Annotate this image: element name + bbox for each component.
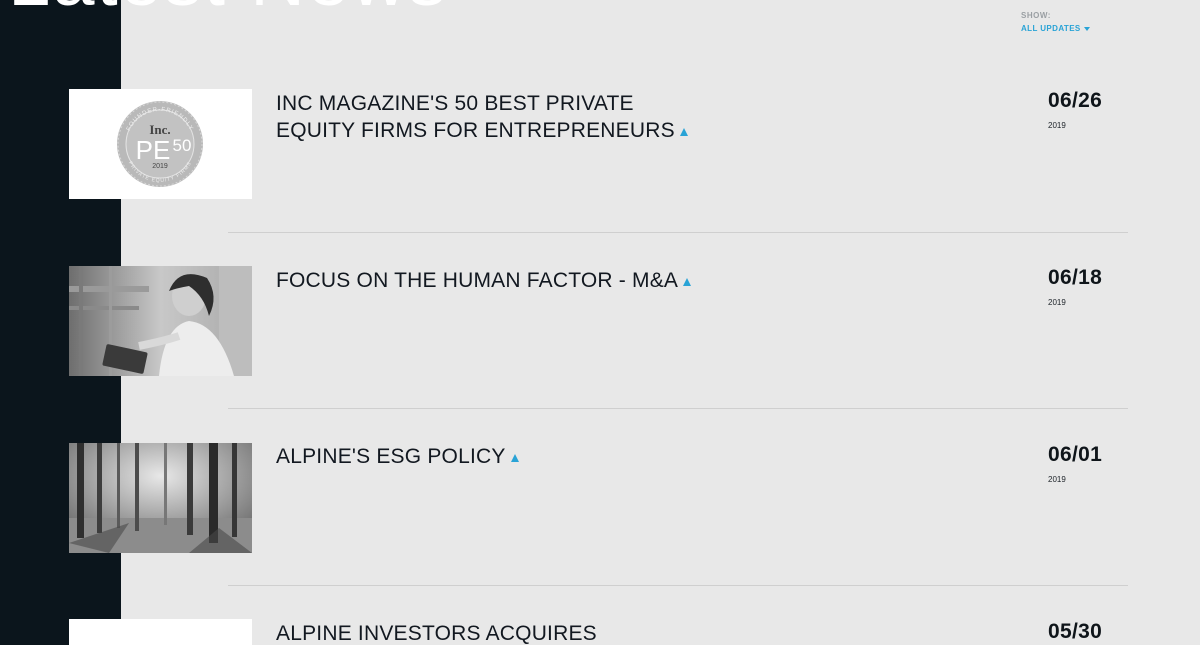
- article-title-link[interactable]: ALPINE'S ESG POLICY: [276, 443, 716, 470]
- article-date: 06/18: [1048, 266, 1103, 289]
- article-date: 05/30: [1048, 620, 1103, 643]
- article-title-link[interactable]: INC MAGAZINE'S 50 BEST PRIVATE EQUITY FI…: [276, 90, 716, 144]
- divider: [228, 232, 1128, 233]
- page-heading: Latest News: [8, 0, 448, 18]
- article-thumbnail[interactable]: [69, 443, 252, 553]
- article-thumbnail[interactable]: [69, 619, 252, 645]
- article-title: ALPINE'S ESG POLICY: [276, 445, 506, 468]
- article-title-link[interactable]: FOCUS ON THE HUMAN FACTOR - M&A: [276, 267, 716, 294]
- news-page: Latest News SHOW: ALL UPDATES FOUNDER-FR…: [0, 0, 1200, 645]
- filter-dropdown[interactable]: ALL UPDATES: [1021, 24, 1090, 33]
- article-thumbnail[interactable]: [69, 266, 252, 376]
- article-year: 2019: [1048, 475, 1066, 484]
- arrow-up-icon: [679, 128, 688, 136]
- news-filter: SHOW: ALL UPDATES: [1021, 11, 1090, 33]
- article-title: ALPINE INVESTORS ACQUIRES: [276, 622, 597, 645]
- badge-number: 50: [173, 136, 192, 155]
- article-year: 2019: [1048, 121, 1066, 130]
- article-date: 06/26: [1048, 89, 1103, 112]
- woman-with-tablet-photo-icon: [69, 266, 252, 376]
- article-thumbnail[interactable]: FOUNDER-FRIENDLY PRIVATE EQUITY FIRMS In…: [69, 89, 252, 199]
- filter-selected-value: ALL UPDATES: [1021, 24, 1081, 33]
- divider: [228, 585, 1128, 586]
- article-title: INC MAGAZINE'S 50 BEST PRIVATE EQUITY FI…: [276, 92, 675, 142]
- article-title: FOCUS ON THE HUMAN FACTOR - M&A: [276, 269, 679, 292]
- filter-label: SHOW:: [1021, 11, 1051, 20]
- article-title-link[interactable]: ALPINE INVESTORS ACQUIRES: [276, 620, 716, 645]
- caret-down-icon: [1083, 26, 1090, 31]
- arrow-up-icon: [683, 278, 692, 286]
- article-date: 06/01: [1048, 443, 1103, 466]
- divider: [228, 408, 1128, 409]
- badge-year: 2019: [152, 163, 168, 170]
- badge-main: PE: [136, 135, 171, 165]
- forest-photo-icon: [69, 443, 252, 553]
- article-year: 2019: [1048, 298, 1066, 307]
- arrow-up-icon: [510, 454, 519, 462]
- inc-pe50-badge-icon: FOUNDER-FRIENDLY PRIVATE EQUITY FIRMS In…: [117, 101, 203, 187]
